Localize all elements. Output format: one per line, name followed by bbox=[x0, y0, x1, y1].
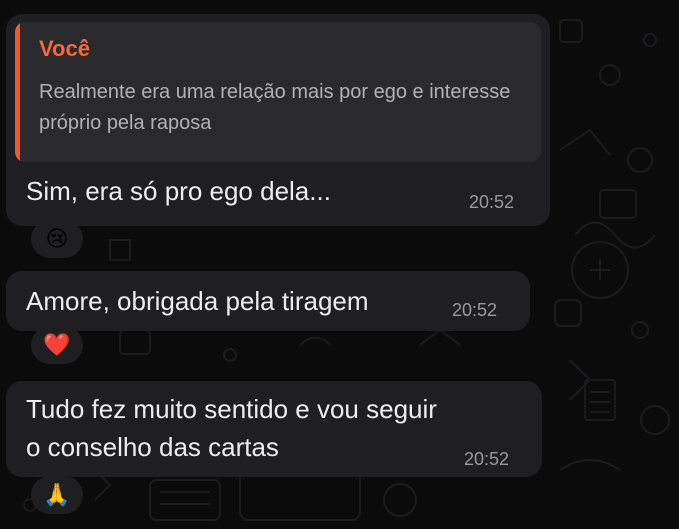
crying-face-emoji-icon: 😢 bbox=[45, 226, 69, 251]
message-text-line-2: o conselho das cartas bbox=[26, 432, 279, 462]
quoted-reply[interactable]: Você Realmente era uma relação mais por … bbox=[15, 22, 541, 162]
reaction-folded-hands[interactable]: 🙏 bbox=[31, 476, 83, 514]
quoted-text: Realmente era uma relação mais por ego e… bbox=[39, 81, 511, 134]
message-text: Amore, obrigada pela tiragem bbox=[26, 286, 369, 316]
reaction-crying-face[interactable]: 😢 bbox=[31, 220, 83, 258]
folded-hands-emoji-icon: 🙏 bbox=[43, 482, 71, 507]
quote-accent-bar bbox=[15, 22, 20, 162]
message-time: 20:52 bbox=[469, 192, 515, 212]
message-time: 20:52 bbox=[452, 300, 498, 320]
reaction-red-heart[interactable]: ❤️ bbox=[31, 326, 83, 364]
message-text-line-1: Tudo fez muito sentido e vou seguir bbox=[26, 394, 437, 424]
quoted-author: Você bbox=[39, 36, 90, 61]
red-heart-emoji-icon: ❤️ bbox=[43, 332, 71, 357]
message-time: 20:52 bbox=[464, 449, 510, 469]
message-bubble-3[interactable]: Tudo fez muito sentido e vou seguir o co… bbox=[6, 381, 542, 477]
message-bubble-1[interactable]: Você Realmente era uma relação mais por … bbox=[6, 14, 550, 226]
message-text: Sim, era só pro ego dela... bbox=[26, 176, 331, 206]
message-bubble-2[interactable]: Amore, obrigada pela tiragem 20:52 bbox=[6, 271, 530, 331]
